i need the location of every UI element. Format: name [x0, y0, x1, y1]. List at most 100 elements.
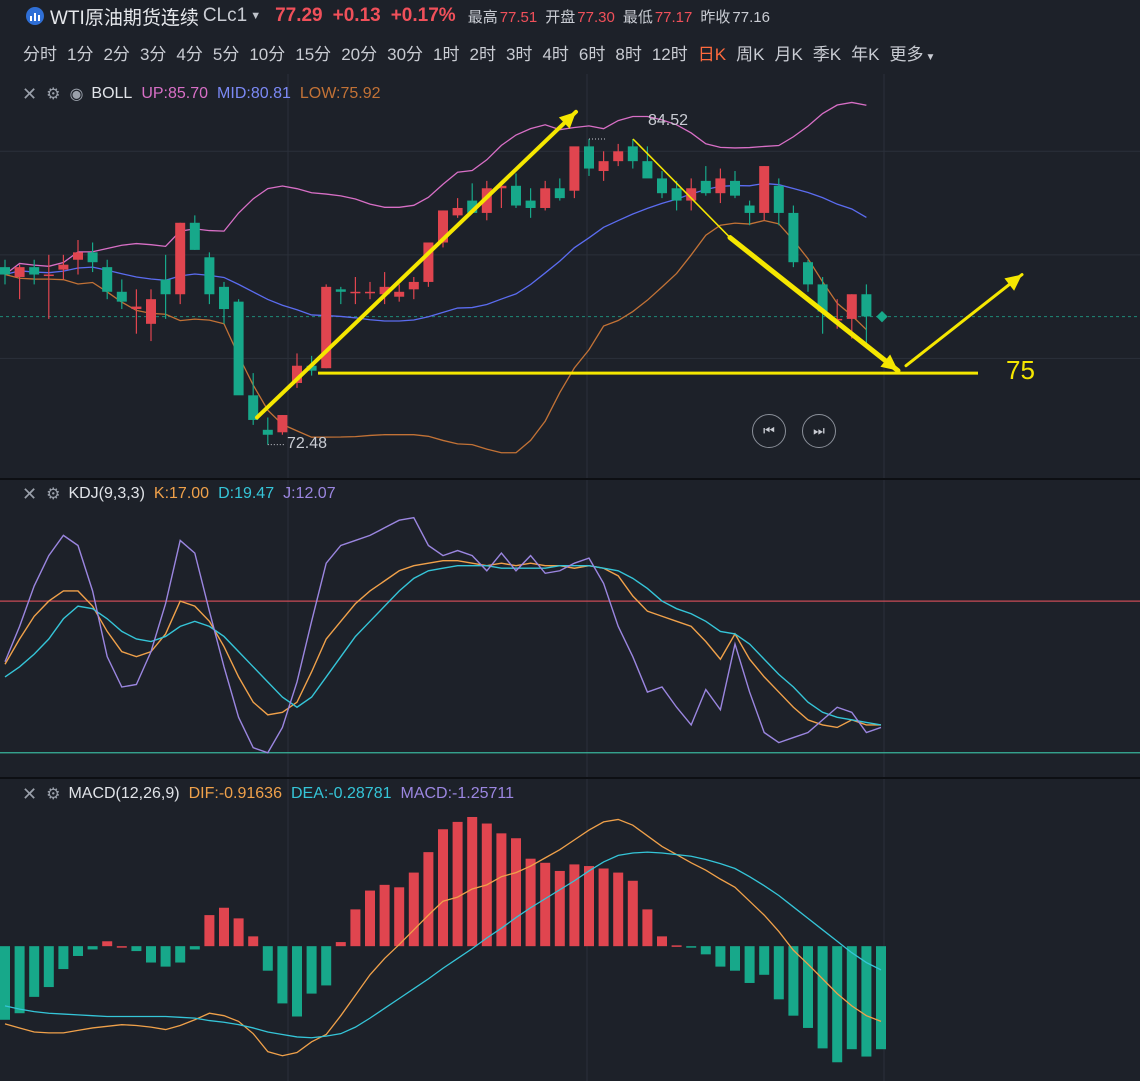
period-tab[interactable]: 季K: [813, 40, 851, 65]
candle-body: [43, 274, 54, 277]
macd-bar: [686, 946, 697, 948]
macd-bar: [569, 864, 580, 947]
macd-legend: ✕ ⚙ MACD(12,26,9) DIF:-0.91636 DEA:-0.28…: [0, 783, 514, 805]
skip-forward-icon[interactable]: ⏭: [802, 414, 836, 448]
candle-body: [452, 207, 463, 216]
period-tab[interactable]: 更多 ▼: [889, 40, 945, 65]
period-tab[interactable]: 月K: [774, 40, 812, 65]
period-tab[interactable]: 分时: [23, 40, 67, 65]
macd-bar: [43, 946, 54, 988]
candle-body: [861, 294, 872, 317]
candle-body: [715, 178, 726, 194]
macd-bar: [204, 915, 215, 947]
period-tab[interactable]: 15分: [295, 40, 341, 65]
period-tab[interactable]: 4分: [176, 40, 212, 65]
period-tab[interactable]: 10分: [249, 40, 295, 65]
period-tab[interactable]: 30分: [387, 40, 433, 65]
macd-bar: [277, 946, 288, 1004]
candle-body: [0, 267, 10, 275]
candle-body: [525, 200, 536, 208]
price-panel[interactable]: ✕ ⚙ ◉ BOLL UP:85.70 MID:80.81 LOW:75.92 …: [0, 74, 1140, 478]
price-change: +0.13: [332, 5, 381, 26]
close-icon[interactable]: ✕: [22, 484, 37, 505]
macd-bar: [598, 868, 609, 947]
macd-bar: [394, 887, 405, 947]
kdj-name: KDJ(9,3,3): [68, 485, 145, 502]
gear-icon[interactable]: ⚙: [46, 784, 60, 804]
period-tab[interactable]: 日K: [698, 40, 736, 65]
symbol-code[interactable]: CLc1: [203, 5, 247, 27]
period-tab[interactable]: 年K: [851, 40, 889, 65]
period-tab[interactable]: 4时: [542, 40, 578, 65]
kdj-d-value: D:19.47: [218, 485, 275, 502]
macd-bar: [219, 907, 229, 947]
period-tab[interactable]: 6时: [579, 40, 615, 65]
macd-bar: [744, 946, 755, 983]
trend-down-arrow: [727, 235, 901, 374]
candle-body: [58, 264, 69, 270]
eye-icon[interactable]: ◉: [69, 84, 83, 104]
macd-chart[interactable]: [0, 779, 1140, 1081]
macd-bar: [365, 890, 375, 947]
period-tab[interactable]: 8时: [615, 40, 651, 65]
macd-bar: [554, 870, 565, 947]
macd-bar: [321, 946, 332, 986]
candle-body: [627, 146, 638, 162]
candle-body: [102, 267, 113, 292]
candle-body: [511, 185, 521, 206]
period-tab[interactable]: 2时: [470, 40, 506, 65]
kdj-chart[interactable]: [0, 480, 1140, 778]
candle-body: [219, 286, 229, 310]
rebound-arrow: [904, 273, 1024, 368]
candle-body: [540, 188, 551, 208]
boll-legend: ✕ ⚙ ◉ BOLL UP:85.70 MID:80.81 LOW:75.92: [0, 83, 381, 105]
macd-panel[interactable]: ✕ ⚙ MACD(12,26,9) DIF:-0.91636 DEA:-0.28…: [0, 779, 1140, 1081]
macd-bar: [29, 946, 40, 997]
macd-bar: [817, 946, 828, 1049]
candlestick-chart[interactable]: [0, 74, 1140, 478]
skip-back-icon[interactable]: ⏮: [752, 414, 786, 448]
macd-bar: [175, 946, 186, 963]
period-tab[interactable]: 1分: [67, 40, 103, 65]
candle-body: [700, 180, 711, 194]
macd-bar: [467, 816, 478, 947]
macd-bar: [0, 946, 10, 1020]
period-tab[interactable]: 周K: [736, 40, 774, 65]
period-tab[interactable]: 5分: [213, 40, 249, 65]
macd-bar: [452, 821, 463, 947]
boll-low-value: LOW:75.92: [299, 85, 381, 102]
period-tab[interactable]: 1时: [433, 40, 469, 65]
candle-body: [277, 415, 288, 433]
stat-low: 最低 77.17: [622, 8, 693, 26]
candle-body: [73, 252, 83, 260]
candle-body: [335, 289, 346, 292]
candle-body: [554, 188, 565, 199]
candle-body: [613, 151, 624, 162]
period-tab[interactable]: 3时: [506, 40, 542, 65]
period-tab[interactable]: 12时: [652, 40, 698, 65]
period-tab[interactable]: 20分: [341, 40, 387, 65]
close-icon[interactable]: ✕: [22, 784, 37, 805]
macd-bar: [14, 946, 25, 1014]
candle-body: [657, 178, 667, 194]
candle-body: [569, 146, 580, 191]
chevron-down-icon[interactable]: ▼: [250, 10, 261, 22]
macd-bar: [102, 941, 113, 947]
candle-body: [29, 267, 40, 275]
quote-header: WTI原油期货连续 CLc1 ▼ 77.29 +0.13 +0.17% 最高 77…: [0, 0, 1140, 32]
close-icon[interactable]: ✕: [22, 84, 37, 105]
macd-bar: [511, 838, 521, 947]
candle-body: [773, 185, 784, 213]
candle-body: [365, 291, 375, 294]
symbol-title[interactable]: WTI原油期货连续: [50, 3, 199, 30]
macd-bar: [423, 852, 434, 947]
gear-icon[interactable]: ⚙: [46, 484, 60, 504]
macd-bar: [350, 909, 361, 947]
period-tab[interactable]: 2分: [103, 40, 139, 65]
gear-icon[interactable]: ⚙: [46, 84, 60, 104]
stat-open: 开盘 77.30: [545, 8, 615, 26]
kdj-panel[interactable]: ✕ ⚙ KDJ(9,3,3) K:17.00 D:19.47 J:12.07: [0, 480, 1140, 778]
macd-bar: [496, 833, 507, 947]
period-tab[interactable]: 3分: [140, 40, 176, 65]
candle-body: [744, 205, 755, 213]
